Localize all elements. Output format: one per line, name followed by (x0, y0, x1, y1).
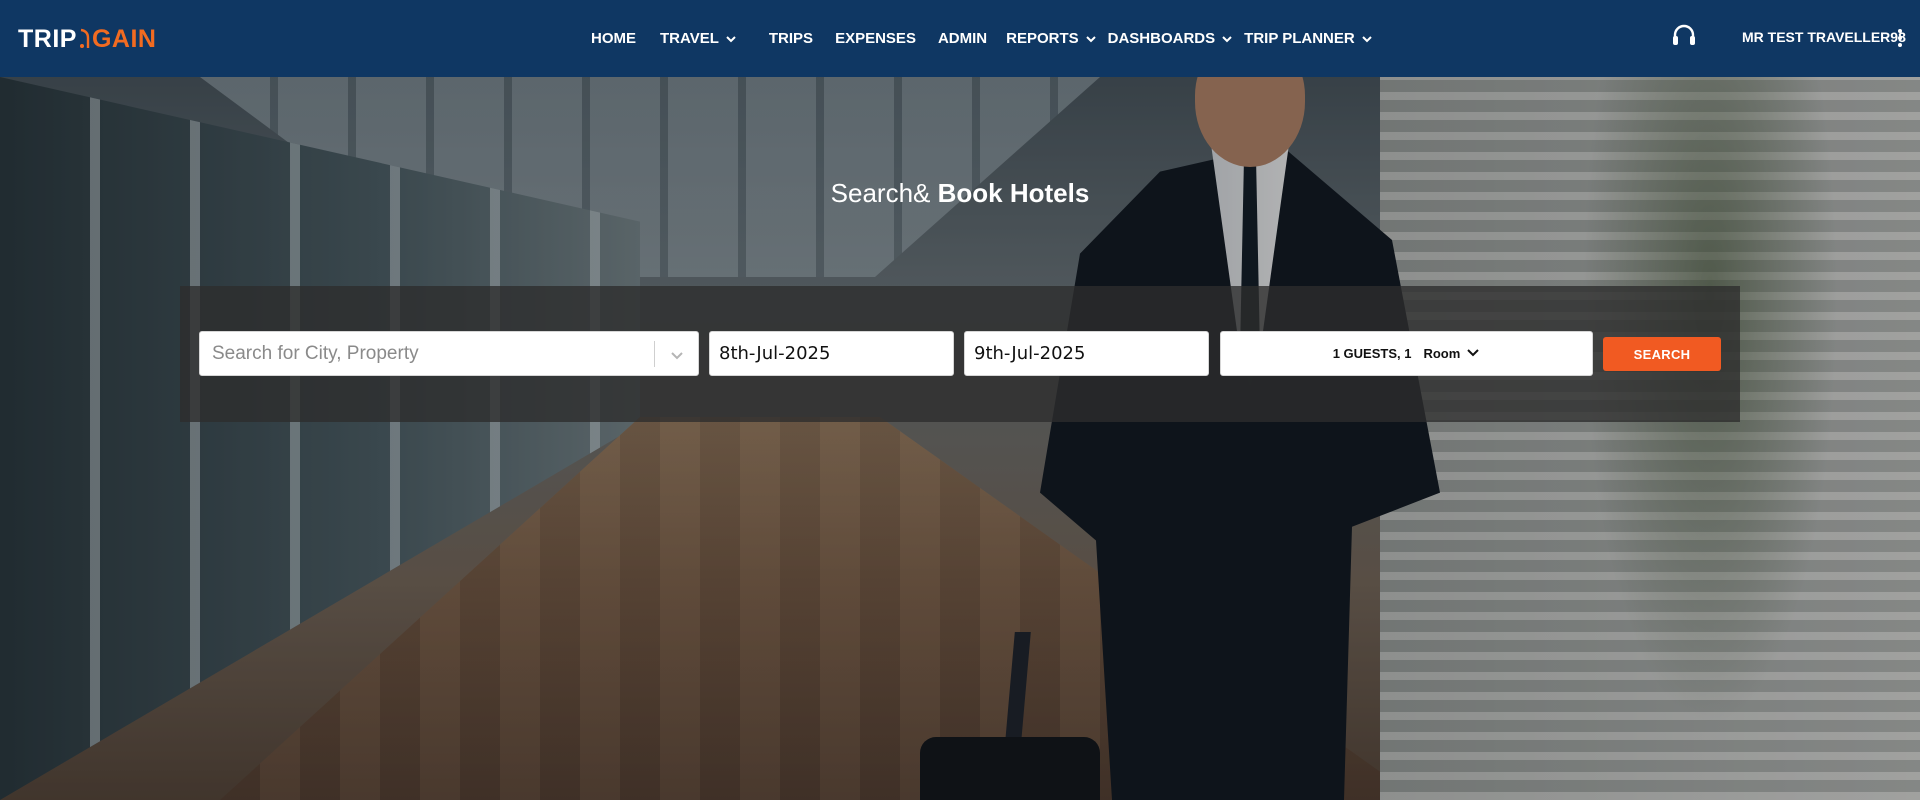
nav-trip-planner[interactable]: TRIP PLANNER (1244, 30, 1373, 47)
chevron-down-icon[interactable] (668, 346, 686, 364)
page-title-bold: Book Hotels (937, 178, 1090, 208)
checkout-date-input[interactable] (965, 332, 1208, 375)
nav-reports[interactable]: REPORTS (1006, 30, 1097, 47)
room-label: Room (1423, 346, 1461, 361)
logo-text-gain: GAIN (91, 24, 157, 53)
guests-count-label: 1 GUESTS, 1 (1332, 346, 1412, 361)
nav-expenses[interactable]: EXPENSES (835, 30, 916, 47)
nav-travel-label: TRAVEL (660, 30, 719, 47)
nav-home[interactable]: HOME (591, 30, 636, 47)
checkin-date-field (709, 331, 954, 376)
headset-icon[interactable] (1670, 22, 1698, 50)
dropdown-separator (654, 341, 655, 367)
nav-admin-label: ADMIN (937, 30, 988, 47)
chevron-down-icon (726, 35, 736, 42)
hotel-search-panel: 1 GUESTS, 1 Room SEARCH (180, 286, 1740, 422)
top-navigation-bar: TRIP GAIN HOME TRAVEL TRIPS EXPENSES ADM… (0, 0, 1920, 77)
nav-home-label: HOME (591, 30, 636, 47)
page-title-light: Search& (830, 178, 938, 208)
nav-travel[interactable]: TRAVEL (660, 30, 737, 47)
nav-trips-label: TRIPS (768, 30, 814, 47)
tripgain-logo[interactable]: TRIP GAIN (18, 20, 156, 58)
main-nav: HOME TRAVEL TRIPS EXPENSES ADMIN REPORTS… (580, 0, 1373, 77)
logo-text-trip: TRIP (18, 24, 77, 53)
chevron-down-icon (1085, 35, 1096, 42)
user-menu-name[interactable]: MR TEST TRAVELLER98 (1742, 29, 1906, 45)
nav-trips[interactable]: TRIPS (769, 30, 813, 47)
guests-rooms-selector[interactable]: 1 GUESTS, 1 Room (1220, 331, 1593, 376)
city-search-field (199, 331, 699, 376)
city-search-input[interactable] (200, 332, 652, 375)
chevron-down-icon (1222, 35, 1232, 42)
chevron-down-icon (1467, 348, 1480, 356)
page-title: Search& Book Hotels (0, 178, 1920, 209)
search-button[interactable]: SEARCH (1603, 337, 1721, 371)
chevron-down-icon (1362, 35, 1372, 42)
nav-trip-planner-label: TRIP PLANNER (1244, 30, 1355, 47)
checkout-date-field (964, 331, 1209, 376)
nav-dashboards[interactable]: DASHBOARDS (1108, 30, 1234, 47)
nav-admin[interactable]: ADMIN (938, 30, 987, 47)
nav-reports-label: REPORTS (1006, 30, 1079, 47)
logo-mark-icon (79, 28, 90, 48)
nav-dashboards-label: DASHBOARDS (1107, 30, 1216, 47)
nav-expenses-label: EXPENSES (835, 30, 916, 47)
checkin-date-input[interactable] (710, 332, 953, 375)
kebab-icon[interactable] (1894, 27, 1906, 51)
